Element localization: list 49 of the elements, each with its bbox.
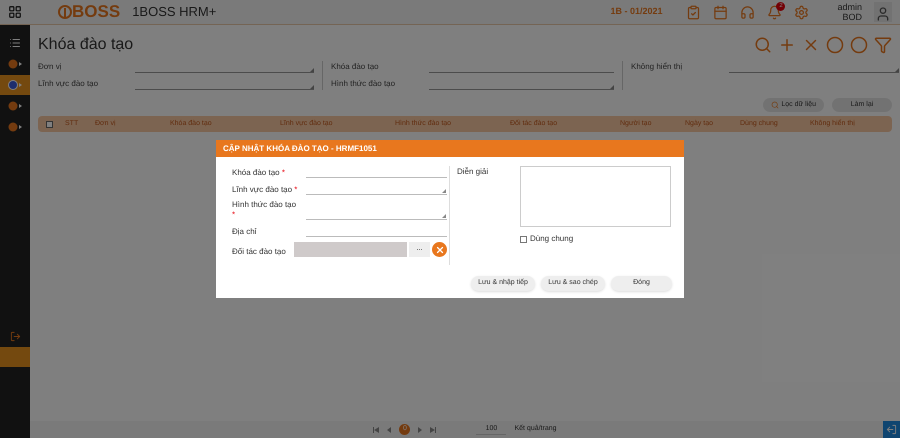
- avatar[interactable]: [874, 2, 892, 22]
- shared-label: Dùng chung: [530, 233, 574, 245]
- search-icon: [771, 101, 780, 109]
- logo-text: BOSS: [72, 1, 120, 24]
- module-icon: [8, 59, 22, 69]
- disable-icon[interactable]: [850, 36, 868, 54]
- user-name: admin: [837, 2, 862, 12]
- module-icon: [8, 122, 22, 132]
- clear-icon[interactable]: [432, 242, 447, 257]
- description-field[interactable]: [520, 166, 671, 227]
- field-label: Lĩnh vực đào tạo *: [232, 185, 298, 195]
- last-page-icon[interactable]: [430, 426, 436, 432]
- settings-icon[interactable]: [794, 4, 810, 20]
- sidebar-item[interactable]: [0, 75, 30, 95]
- bell-icon[interactable]: [767, 4, 782, 20]
- exit-icon: [10, 330, 20, 342]
- select-all-checkbox[interactable]: [46, 120, 53, 128]
- page-title: Khóa đào tạo: [38, 35, 134, 55]
- logo-mark-icon: [58, 4, 72, 20]
- filter-label: Đơn vị: [38, 61, 62, 73]
- filter-label: Lĩnh vực đào tạo: [38, 78, 100, 90]
- user-role: BOD: [842, 12, 862, 22]
- headset-icon[interactable]: [740, 4, 756, 20]
- filter-label: Hình thức đào tạo: [331, 78, 396, 90]
- exit-fullscreen-button[interactable]: [883, 421, 900, 438]
- view-icon[interactable]: [826, 36, 844, 54]
- checklist-icon[interactable]: [686, 4, 702, 20]
- field-label: Đối tác đào tạo: [232, 247, 286, 257]
- calendar-icon[interactable]: [713, 4, 728, 20]
- app-name: 1BOSS HRM+: [132, 3, 216, 22]
- partner-field[interactable]: [294, 242, 407, 257]
- field-label: Khóa đào tạo *: [232, 168, 286, 178]
- module-icon: [8, 80, 22, 90]
- search-icon[interactable]: [754, 36, 772, 54]
- filter-label: Khóa đào tạo: [331, 61, 380, 73]
- field-label: Địa chỉ: [232, 227, 258, 237]
- dialog-title: CẬP NHẬT KHÓA ĐÀO TẠO - HRMF1051: [223, 142, 377, 154]
- apps-icon[interactable]: [8, 5, 22, 19]
- shared-checkbox[interactable]: [520, 236, 527, 242]
- add-icon[interactable]: [778, 36, 796, 54]
- module-icon: [8, 101, 22, 111]
- next-page-icon[interactable]: [418, 426, 422, 432]
- filter-label: Không hiển thị: [631, 61, 684, 73]
- filter-icon[interactable]: [874, 36, 892, 54]
- period-label: 1B - 01/2021: [610, 5, 662, 18]
- previous-page-icon[interactable]: [387, 426, 392, 432]
- description-label: Diễn giải: [457, 166, 490, 178]
- first-page-icon[interactable]: [373, 426, 380, 432]
- field-label: Hình thức đào tạo *: [232, 200, 298, 220]
